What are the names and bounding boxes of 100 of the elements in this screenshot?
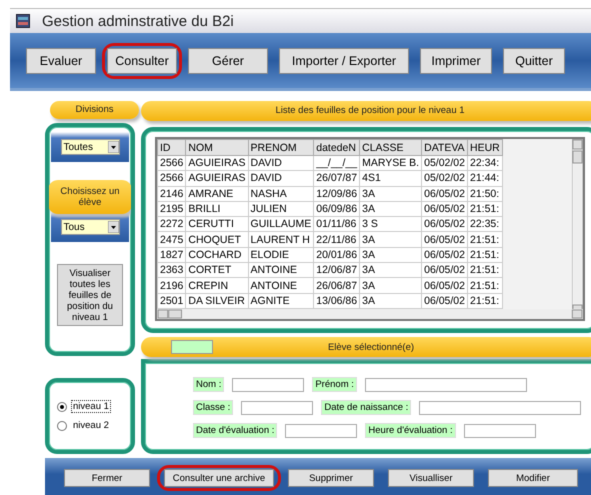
table-cell: 26/07/87	[314, 170, 360, 186]
table-cell: 21:51:	[467, 278, 502, 294]
table-cell: 3A	[360, 247, 422, 263]
column-header[interactable]: DATEVA	[422, 140, 468, 156]
column-header[interactable]: PRENOM	[248, 140, 314, 156]
radio-label[interactable]: niveau 2	[72, 420, 110, 432]
table-cell: 2146	[158, 186, 186, 202]
vertical-scrollbar[interactable]	[572, 139, 583, 309]
table-cell: 21:51:	[467, 201, 502, 217]
table-cell: ANTOINE	[248, 262, 314, 278]
view-all-button[interactable]: Visualiser toutes les feuilles de position du niveau 1	[57, 264, 123, 326]
table-cell: 3A	[360, 201, 422, 217]
table-cell: 22:35:	[467, 216, 502, 232]
column-header[interactable]: datedeN	[314, 140, 360, 156]
action-button[interactable]: Fermer	[64, 469, 150, 487]
input-field[interactable]	[364, 378, 527, 392]
field-label: Nom :	[193, 377, 224, 392]
selected-student-title: Elève sélectionné(e)	[326, 342, 416, 352]
section-header: Liste des feuilles de position pour le niveau 1	[141, 101, 591, 121]
table-cell: AGUIEIRAS	[186, 156, 248, 171]
input-field[interactable]	[419, 400, 582, 414]
column-header[interactable]: NOM	[186, 140, 248, 156]
toolbar-button[interactable]: Gérer	[188, 48, 268, 74]
window-title: Gestion adminstrative du B2i	[42, 12, 234, 30]
table-cell: 06/05/02	[422, 262, 468, 278]
table-cell: 3A	[360, 186, 422, 202]
table-cell: ELODIE	[248, 247, 314, 263]
action-button[interactable]: Supprimer	[288, 469, 374, 487]
action-button[interactable]: Visualliser	[388, 469, 474, 487]
input-field[interactable]	[464, 424, 536, 438]
horizontal-scrollbar[interactable]	[157, 309, 583, 319]
table-cell: 2196	[158, 278, 186, 294]
table-cell: 4S1	[360, 170, 422, 186]
table-cell: 3A	[360, 278, 422, 294]
table-cell: NASHA	[248, 186, 314, 202]
table-cell: 21:51:	[467, 232, 502, 248]
table-cell: 2566	[158, 170, 186, 186]
action-button[interactable]: Consulter une archive	[164, 469, 274, 487]
toolbar-button[interactable]: Consulter	[107, 48, 177, 74]
table-cell: CORTET	[186, 262, 248, 278]
field-label: Prénom :	[312, 377, 357, 392]
toolbar-button[interactable]: Quitter	[503, 48, 565, 74]
table-cell: 3A	[360, 232, 422, 248]
radio-button[interactable]	[57, 402, 67, 412]
table-cell: 06/05/02	[422, 201, 468, 217]
table-cell: 01/11/86	[314, 216, 360, 232]
id-field	[171, 340, 213, 354]
table-cell: 12/06/87	[314, 262, 360, 278]
table-cell: DAVID	[248, 156, 314, 171]
table-cell: CREPIN	[186, 278, 248, 294]
column-header[interactable]: ID	[158, 140, 186, 156]
table-cell: 21:51:	[467, 247, 502, 263]
dropdown-arrow-icon[interactable]	[108, 221, 118, 233]
table-cell: CHOQUET	[186, 232, 248, 248]
student-dropdown[interactable]: Tous	[60, 219, 120, 235]
table-cell: 06/09/86	[314, 201, 360, 217]
table-cell: __/__/__	[314, 156, 360, 171]
table-cell: 1827	[158, 247, 186, 263]
table-cell: JULIEN	[248, 201, 314, 217]
table-cell: 12/09/86	[314, 186, 360, 202]
column-header[interactable]: HEUR	[467, 140, 502, 156]
toolbar-button[interactable]: Importer / Exporter	[279, 48, 409, 74]
input-field[interactable]	[241, 400, 314, 414]
field-label: Date de naissance :	[321, 400, 412, 415]
table-cell: 2363	[158, 262, 186, 278]
toolbar-button[interactable]: Evaluer	[26, 48, 96, 74]
table-cell: 06/05/02	[422, 278, 468, 294]
table-cell: 21:50:	[467, 186, 502, 202]
table-cell: 2272	[158, 216, 186, 232]
level-radio[interactable]: niveau 2	[57, 420, 131, 432]
division-dropdown[interactable]: Toutes	[60, 139, 120, 155]
table-cell: MARYSE B.	[360, 156, 422, 171]
table-cell: 2475	[158, 232, 186, 248]
field-label: Date d'évaluation :	[193, 423, 278, 438]
table-cell: GUILLAUME	[248, 216, 314, 232]
table-cell: 06/05/02	[422, 216, 468, 232]
table-cell: 20/01/86	[314, 247, 360, 263]
table-cell: 05/02/02	[422, 170, 468, 186]
table-cell: 2195	[158, 201, 186, 217]
table-cell: 2566	[158, 156, 186, 171]
level-radio[interactable]: niveau 1	[57, 401, 131, 412]
table-cell: 06/05/02	[422, 186, 468, 202]
radio-label[interactable]: niveau 1	[72, 401, 110, 412]
table-cell: 21:44:	[467, 170, 502, 186]
table-cell: 22:34:	[467, 156, 502, 171]
radio-button[interactable]	[57, 420, 67, 431]
table-cell: 21:51:	[467, 262, 502, 278]
input-field[interactable]	[285, 424, 358, 438]
action-button[interactable]: Modifier	[488, 469, 578, 487]
column-header[interactable]: CLASSE	[360, 140, 422, 156]
table-cell: 06/05/02	[422, 232, 468, 248]
table-cell: LAURENT H	[248, 232, 314, 248]
table-cell: 3A	[360, 262, 422, 278]
table-cell: 3 S	[360, 216, 422, 232]
table-cell: 22/11/86	[314, 232, 360, 248]
section-header: Divisions	[50, 101, 139, 119]
table-cell: 06/05/02	[422, 247, 468, 263]
input-field[interactable]	[232, 378, 304, 392]
toolbar-button[interactable]: Imprimer	[420, 48, 492, 74]
dropdown-arrow-icon[interactable]	[108, 141, 118, 153]
